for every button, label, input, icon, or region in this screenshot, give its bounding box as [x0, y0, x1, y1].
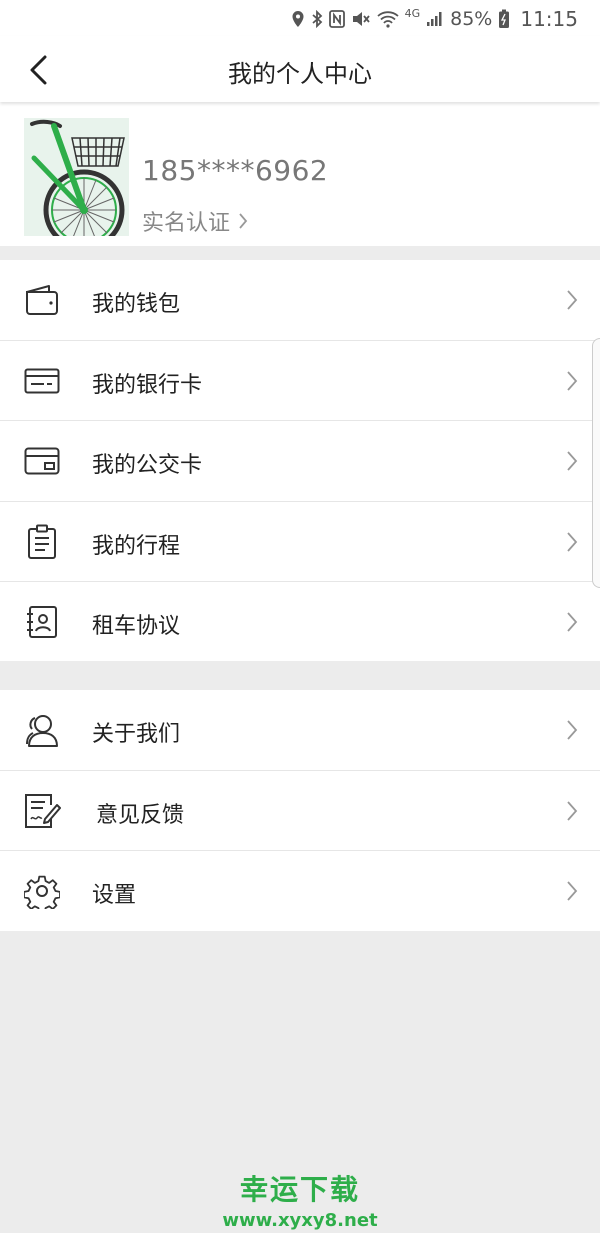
chevron-right-icon — [567, 881, 578, 901]
status-bar: 4G 85% 11:15 — [0, 0, 600, 36]
menu-item-about-us[interactable]: 关于我们 — [0, 690, 600, 771]
menu-label: 我的钱包 — [92, 292, 181, 317]
wallet-icon — [22, 280, 62, 320]
menu-label: 关于我们 — [92, 722, 181, 747]
chevron-right-icon — [567, 290, 578, 310]
menu-label: 我的行程 — [92, 533, 181, 559]
real-name-verify-link[interactable]: 实名认证 — [142, 205, 248, 237]
phone-number: 185****6962 — [142, 154, 329, 187]
watermark-url: www.xyxy8.net — [222, 1210, 378, 1231]
settings-gear-icon — [22, 871, 62, 911]
battery-percent: 85% — [450, 8, 493, 30]
chevron-right-icon — [567, 531, 578, 552]
trip-clipboard-icon — [22, 522, 62, 562]
menu-item-settings[interactable]: 设置 — [0, 851, 600, 932]
agreement-contact-icon — [22, 602, 62, 642]
about-us-icon — [22, 710, 62, 750]
bank-card-icon — [22, 361, 62, 401]
chevron-right-icon — [567, 800, 578, 821]
mute-icon — [351, 10, 371, 28]
bluetooth-icon — [311, 10, 323, 28]
site-watermark: 幸运下载 www.xyxy8.net — [0, 1168, 600, 1231]
battery-icon — [498, 9, 510, 29]
avatar[interactable] — [24, 118, 129, 236]
menu-label: 我的公交卡 — [92, 453, 203, 478]
menu-item-rental-agreement[interactable]: 租车协议 — [0, 582, 600, 663]
signal-icon — [426, 11, 444, 27]
chevron-right-icon — [567, 612, 578, 632]
page-title: 我的个人中心 — [228, 60, 372, 88]
menu-label: 设置 — [92, 883, 137, 908]
chevron-right-icon — [567, 370, 578, 391]
menu-item-bus-card[interactable]: 我的公交卡 — [0, 421, 600, 502]
chevron-right-icon — [567, 451, 578, 471]
bus-card-icon — [22, 441, 62, 481]
menu-label: 意见反馈 — [96, 802, 185, 828]
menu-item-feedback[interactable]: 意见反馈 — [0, 771, 600, 851]
header-bar: 我的个人中心 — [0, 36, 600, 102]
status-icons: 4G 85% 11:15 — [291, 6, 578, 32]
menu-label: 我的银行卡 — [92, 372, 203, 398]
feedback-icon — [22, 791, 62, 831]
clock: 11:15 — [520, 7, 578, 31]
bicycle-avatar-image — [24, 118, 129, 236]
profile-card: 185****6962 实名认证 — [0, 102, 600, 246]
menu-label: 租车协议 — [92, 614, 181, 639]
location-icon — [291, 10, 305, 28]
menu-item-bank-card[interactable]: 我的银行卡 — [0, 341, 600, 421]
nfc-icon — [328, 10, 345, 28]
menu-item-wallet[interactable]: 我的钱包 — [0, 260, 600, 341]
chevron-right-icon — [567, 720, 578, 740]
menu-group-account: 我的钱包 我的银行卡 我的公交卡 我的行程 租车协议 — [0, 260, 600, 661]
verify-label: 实名认证 — [142, 211, 231, 236]
menu-group-general: 关于我们 意见反馈 设置 — [0, 690, 600, 931]
watermark-title: 幸运下载 — [239, 1173, 360, 1206]
wifi-icon — [376, 10, 399, 28]
network-type-label: 4G — [404, 6, 421, 20]
menu-item-trips[interactable]: 我的行程 — [0, 502, 600, 582]
chevron-right-icon — [239, 213, 248, 229]
edge-panel-handle[interactable] — [592, 338, 600, 588]
